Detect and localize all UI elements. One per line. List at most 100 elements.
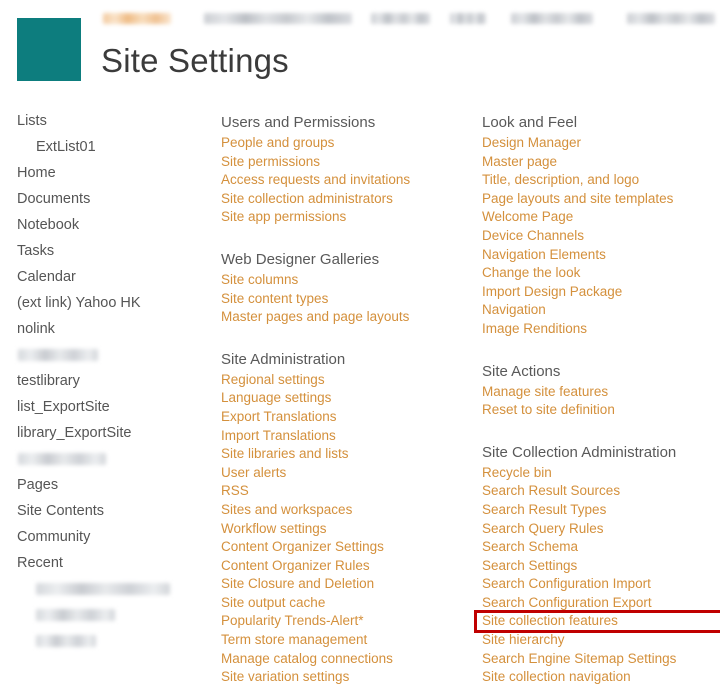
settings-link-search-result-sources[interactable]: Search Result Sources (482, 482, 720, 501)
settings-link-search-configuration-import[interactable]: Search Configuration Import (482, 575, 720, 594)
settings-link-access-requests-and-invitations[interactable]: Access requests and invitations (221, 171, 471, 190)
settings-link-site-app-permissions[interactable]: Site app permissions (221, 208, 471, 227)
settings-link-regional-settings[interactable]: Regional settings (221, 371, 471, 390)
settings-link-manage-catalog-connections[interactable]: Manage catalog connections (221, 650, 471, 669)
settings-link-content-organizer-rules[interactable]: Content Organizer Rules (221, 557, 471, 576)
settings-link-welcome-page[interactable]: Welcome Page (482, 208, 720, 227)
settings-link-title-description-and-logo[interactable]: Title, description, and logo (482, 171, 720, 190)
sidebar-item-label: Recent (17, 555, 63, 571)
settings-section-users-and-permissions: Users and PermissionsPeople and groupsSi… (221, 112, 471, 227)
settings-link-site-collection-administrators[interactable]: Site collection administrators (221, 190, 471, 209)
sidebar-item-redacted-19[interactable] (0, 576, 205, 602)
settings-link-change-the-look[interactable]: Change the look (482, 264, 720, 283)
section-heading: Site Administration (221, 349, 471, 370)
redacted-label (36, 583, 170, 595)
settings-link-site-collection-navigation[interactable]: Site collection navigation (482, 668, 720, 687)
settings-link-site-collection-features[interactable]: Site collection features (482, 612, 720, 631)
sidebar-item-label: (ext link) Yahoo HK (17, 295, 141, 311)
sidebar-item-label: library_ExportSite (17, 425, 131, 441)
settings-link-language-settings[interactable]: Language settings (221, 389, 471, 408)
settings-link-site-permissions[interactable]: Site permissions (221, 153, 471, 172)
sidebar-item-recent[interactable]: Recent (0, 550, 205, 576)
settings-link-site-libraries-and-lists[interactable]: Site libraries and lists (221, 445, 471, 464)
settings-link-site-hierarchy[interactable]: Site hierarchy (482, 631, 720, 650)
settings-link-people-and-groups[interactable]: People and groups (221, 134, 471, 153)
settings-column-middle: Users and PermissionsPeople and groupsSi… (221, 112, 471, 687)
settings-link-master-pages-and-page-layouts[interactable]: Master pages and page layouts (221, 308, 471, 327)
sidebar-item-label: Lists (17, 113, 47, 129)
sidebar-item-notebook[interactable]: Notebook (0, 212, 205, 238)
settings-link-search-configuration-export[interactable]: Search Configuration Export (482, 594, 720, 613)
settings-link-navigation[interactable]: Navigation (482, 301, 720, 320)
left-navigation: Lists ExtList01 Home Documents Notebook Tasks… (0, 108, 205, 654)
settings-section-web-designer-galleries: Web Designer GalleriesSite columnsSite c… (221, 249, 471, 327)
settings-link-search-engine-sitemap-settings[interactable]: Search Engine Sitemap Settings (482, 650, 720, 669)
sidebar-item-label: Community (17, 529, 90, 545)
sidebar-item-redacted-14[interactable] (0, 446, 205, 472)
site-logo[interactable] (17, 18, 81, 81)
sidebar-item-label: list_ExportSite (17, 399, 110, 415)
settings-link-image-renditions[interactable]: Image Renditions (482, 320, 720, 339)
section-heading: Users and Permissions (221, 112, 471, 133)
redacted-label (36, 635, 96, 647)
settings-link-site-output-cache[interactable]: Site output cache (221, 594, 471, 613)
sidebar-item-nolink[interactable]: nolink (0, 316, 205, 342)
sidebar-item-label: Documents (17, 191, 90, 207)
redacted-label (18, 349, 98, 361)
sidebar-item-calendar[interactable]: Calendar (0, 264, 205, 290)
settings-link-user-alerts[interactable]: User alerts (221, 464, 471, 483)
sidebar-item-lists[interactable]: Lists (0, 108, 205, 134)
settings-link-search-schema[interactable]: Search Schema (482, 538, 720, 557)
redacted-label (18, 453, 106, 465)
sidebar-item-testlibrary[interactable]: testlibrary (0, 368, 205, 394)
sidebar-item-ext-link-yahoo-hk[interactable]: (ext link) Yahoo HK (0, 290, 205, 316)
sidebar-item-label: ExtList01 (36, 139, 96, 155)
settings-link-site-variation-settings[interactable]: Site variation settings (221, 668, 471, 687)
settings-link-popularity-trends-alert[interactable]: Popularity Trends-Alert* (221, 612, 471, 631)
settings-link-export-translations[interactable]: Export Translations (221, 408, 471, 427)
settings-link-rss[interactable]: RSS (221, 482, 471, 501)
sidebar-item-home[interactable]: Home (0, 160, 205, 186)
settings-link-recycle-bin[interactable]: Recycle bin (482, 464, 720, 483)
sidebar-item-community[interactable]: Community (0, 524, 205, 550)
settings-link-import-translations[interactable]: Import Translations (221, 427, 471, 446)
sidebar-item-redacted-10[interactable] (0, 342, 205, 368)
sidebar-item-label: Home (17, 165, 56, 181)
sidebar-item-site-contents[interactable]: Site Contents (0, 498, 205, 524)
sidebar-item-extlist01[interactable]: ExtList01 (0, 134, 205, 160)
sidebar-item-label: nolink (17, 321, 55, 337)
sidebar-item-pages[interactable]: Pages (0, 472, 205, 498)
settings-link-site-closure-and-deletion[interactable]: Site Closure and Deletion (221, 575, 471, 594)
settings-link-search-settings[interactable]: Search Settings (482, 557, 720, 576)
sidebar-item-documents[interactable]: Documents (0, 186, 205, 212)
settings-link-term-store-management[interactable]: Term store management (221, 631, 471, 650)
settings-link-search-result-types[interactable]: Search Result Types (482, 501, 720, 520)
settings-link-workflow-settings[interactable]: Workflow settings (221, 520, 471, 539)
settings-section-site-collection-administration: Site Collection AdministrationRecycle bi… (482, 442, 720, 687)
settings-link-site-columns[interactable]: Site columns (221, 271, 471, 290)
settings-link-search-query-rules[interactable]: Search Query Rules (482, 520, 720, 539)
settings-link-page-layouts-and-site-templates[interactable]: Page layouts and site templates (482, 190, 720, 209)
settings-link-master-page[interactable]: Master page (482, 153, 720, 172)
sidebar-item-label: testlibrary (17, 373, 80, 389)
settings-link-import-design-package[interactable]: Import Design Package (482, 283, 720, 302)
page-title: Site Settings (101, 42, 289, 80)
sidebar-item-redacted-21[interactable] (0, 628, 205, 654)
settings-link-reset-to-site-definition[interactable]: Reset to site definition (482, 401, 720, 420)
section-heading: Web Designer Galleries (221, 249, 471, 270)
settings-section-site-actions: Site ActionsManage site featuresReset to… (482, 361, 720, 420)
settings-link-sites-and-workspaces[interactable]: Sites and workspaces (221, 501, 471, 520)
settings-section-site-administration: Site AdministrationRegional settingsLang… (221, 349, 471, 687)
settings-link-navigation-elements[interactable]: Navigation Elements (482, 246, 720, 265)
sidebar-item-library-exportsite[interactable]: library_ExportSite (0, 420, 205, 446)
settings-link-manage-site-features[interactable]: Manage site features (482, 383, 720, 402)
settings-link-site-content-types[interactable]: Site content types (221, 290, 471, 309)
settings-link-device-channels[interactable]: Device Channels (482, 227, 720, 246)
settings-link-design-manager[interactable]: Design Manager (482, 134, 720, 153)
settings-column-right: Look and FeelDesign ManagerMaster pageTi… (482, 112, 720, 687)
sidebar-item-label: Notebook (17, 217, 79, 233)
sidebar-item-list-exportsite[interactable]: list_ExportSite (0, 394, 205, 420)
sidebar-item-redacted-20[interactable] (0, 602, 205, 628)
sidebar-item-tasks[interactable]: Tasks (0, 238, 205, 264)
settings-link-content-organizer-settings[interactable]: Content Organizer Settings (221, 538, 471, 557)
